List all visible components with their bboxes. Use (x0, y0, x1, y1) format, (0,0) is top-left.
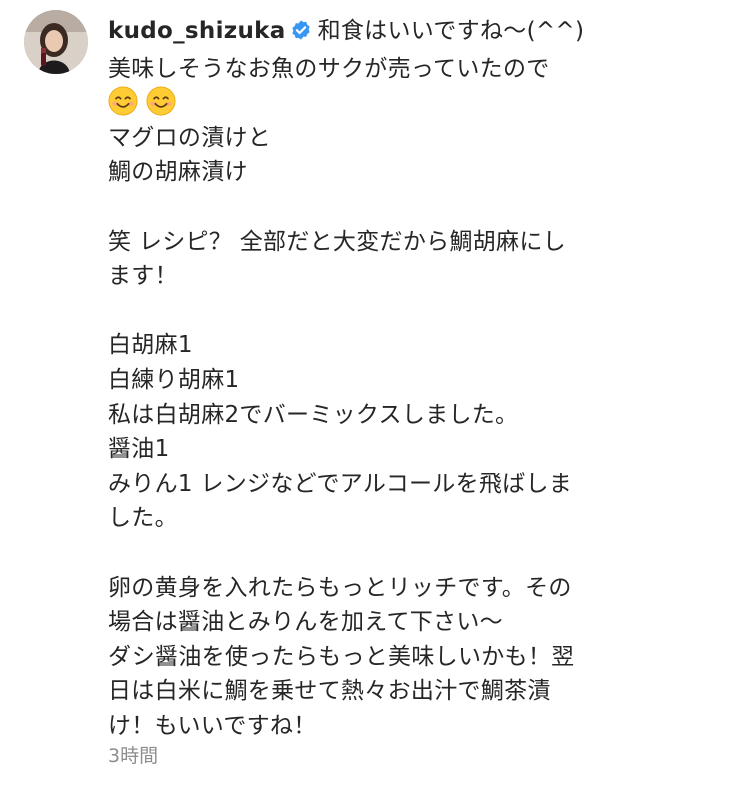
caption-line: ます！ (108, 263, 178, 290)
caption-line: 美味しそうなお魚のサクが売っていたので (108, 55, 550, 82)
comment-caption: kudo_shizuka 和食はいいですね〜(^^) 美味しそうなお魚のサクが売っ… (108, 14, 728, 743)
caption-line: ダシ醤油を使ったらもっと美味しいかも！翌 (108, 643, 575, 670)
caption-line: 私は白胡麻2でバーミックスしました。 (108, 401, 519, 428)
comment-post: kudo_shizuka 和食はいいですね〜(^^) 美味しそうなお魚のサクが売っ… (0, 0, 750, 788)
avatar-photo (24, 10, 88, 74)
caption-line: 白胡麻1 (108, 332, 193, 359)
caption-first-line: kudo_shizuka 和食はいいですね〜(^^) (108, 14, 728, 52)
caption-line: 鯛の胡麻漬け (108, 159, 248, 186)
caption-line: 場合は醤油とみりんを加えて下さい〜 (108, 609, 503, 636)
post-timestamp[interactable]: 3時間 (108, 741, 158, 768)
caption-line: 卵の黄身を入れたらもっとリッチです。その (108, 574, 572, 601)
verified-badge-icon (290, 17, 312, 52)
smiling-face-icon (146, 86, 176, 116)
caption-line: 日は白米に鯛を乗せて熱々お出汁で鯛茶漬 (108, 678, 551, 705)
profile-avatar[interactable] (24, 10, 88, 74)
smiling-face-icon (108, 86, 138, 116)
username-link[interactable]: kudo_shizuka (108, 18, 286, 44)
caption-line: マグロの漬けと (108, 124, 272, 151)
caption-first-line-text: 和食はいいですね〜(^^) (317, 18, 585, 44)
caption-line: 白練り胡麻1 (108, 366, 240, 393)
caption-line: 醤油1 (108, 436, 170, 463)
caption-line: け！もいいですね！ (108, 712, 317, 739)
caption-line: した。 (108, 505, 178, 532)
emoji-row (108, 86, 728, 121)
caption-line: 笑 レシピ？ 全部だと大変だから鯛胡麻にし (108, 228, 566, 255)
caption-line: みりん1 レンジなどでアルコールを飛ばしま (108, 470, 573, 497)
